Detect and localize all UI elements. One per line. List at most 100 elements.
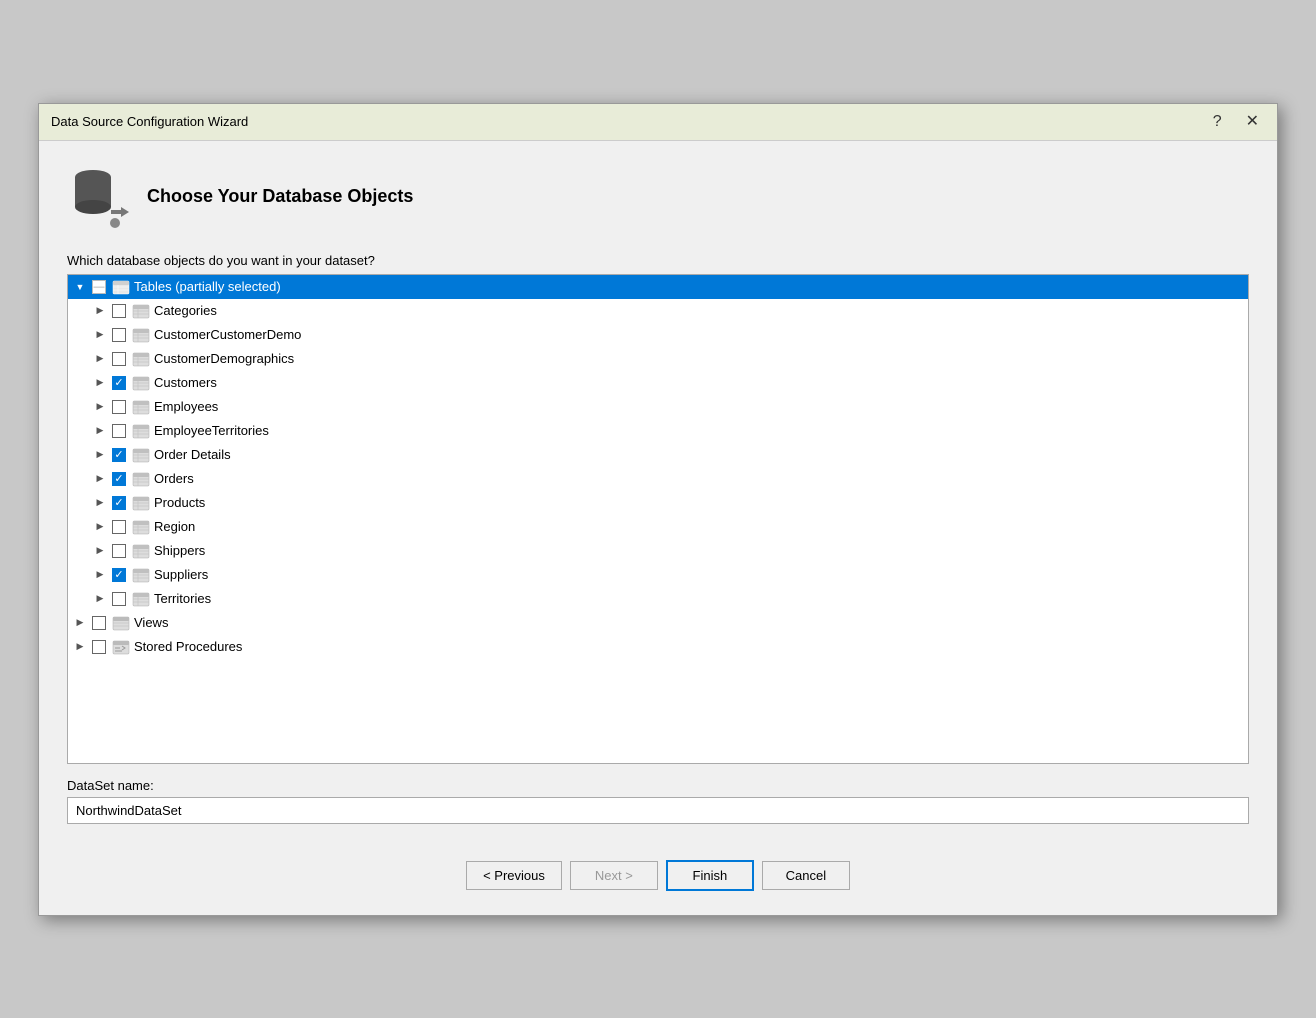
close-button[interactable]: ✕: [1240, 112, 1265, 132]
tree-item-storedProcedures[interactable]: ▶ Stored Procedures: [68, 635, 1248, 659]
checkbox-od[interactable]: ✓: [112, 448, 126, 462]
label-views: Views: [134, 615, 168, 630]
dialog: Data Source Configuration Wizard ? ✕: [38, 103, 1278, 916]
tree-item-region[interactable]: ▶ Region: [68, 515, 1248, 539]
checkbox-categories[interactable]: [112, 304, 126, 318]
tree-item-orders[interactable]: ▶ ✓ Orders: [68, 467, 1248, 491]
table-icon-od: [132, 446, 150, 464]
tree-item-products[interactable]: ▶ ✓ Products: [68, 491, 1248, 515]
expand-categories-icon[interactable]: ▶: [92, 303, 108, 319]
table-icon-region: [132, 518, 150, 536]
label-customers: Customers: [154, 375, 217, 390]
table-icon-shippers: [132, 542, 150, 560]
expand-orders-icon[interactable]: ▶: [92, 471, 108, 487]
tree-item-territories[interactable]: ▶ Territories: [68, 587, 1248, 611]
expand-customers-icon[interactable]: ▶: [92, 375, 108, 391]
tree-container[interactable]: ▼ — Tables (partially selected) ▶: [67, 274, 1249, 764]
header-row: Choose Your Database Objects: [67, 165, 1249, 229]
checkbox-sp[interactable]: [92, 640, 106, 654]
expand-ccd-icon[interactable]: ▶: [92, 327, 108, 343]
tables-folder-icon: [112, 278, 130, 296]
label-sp: Stored Procedures: [134, 639, 242, 654]
table-icon-customers: [132, 374, 150, 392]
help-button[interactable]: ?: [1207, 112, 1228, 132]
expand-et-icon[interactable]: ▶: [92, 423, 108, 439]
cancel-button[interactable]: Cancel: [762, 861, 850, 890]
tree-item-employees[interactable]: ▶ Employees: [68, 395, 1248, 419]
tree-item-employeeTerritories[interactable]: ▶ EmployeeTerritories: [68, 419, 1248, 443]
expand-territories-icon[interactable]: ▶: [92, 591, 108, 607]
label-ccd: CustomerCustomerDemo: [154, 327, 301, 342]
label-products: Products: [154, 495, 205, 510]
content-area: Choose Your Database Objects Which datab…: [39, 141, 1277, 844]
expand-sp-icon[interactable]: ▶: [72, 639, 88, 655]
label-cd: CustomerDemographics: [154, 351, 294, 366]
checkbox-products[interactable]: ✓: [112, 496, 126, 510]
checkbox-cd[interactable]: [112, 352, 126, 366]
checkbox-orders[interactable]: ✓: [112, 472, 126, 486]
tree-item-categories[interactable]: ▶ Categories: [68, 299, 1248, 323]
table-icon-territories: [132, 590, 150, 608]
dataset-label: DataSet name:: [67, 778, 1249, 793]
footer: < Previous Next > Finish Cancel: [39, 844, 1277, 915]
finish-button[interactable]: Finish: [666, 860, 754, 891]
label-shippers: Shippers: [154, 543, 205, 558]
label-employees: Employees: [154, 399, 218, 414]
tree-item-customerCustomerDemo[interactable]: ▶ CustomerCustomerDemo: [68, 323, 1248, 347]
tree-item-customerDemographics[interactable]: ▶ CustomerDemographics: [68, 347, 1248, 371]
next-button[interactable]: Next >: [570, 861, 658, 890]
db-icon: [67, 165, 131, 229]
previous-button[interactable]: < Previous: [466, 861, 562, 890]
checkbox-et[interactable]: [112, 424, 126, 438]
sp-icon: [112, 638, 130, 656]
expand-tables-icon[interactable]: ▼: [72, 279, 88, 295]
checkbox-suppliers[interactable]: ✓: [112, 568, 126, 582]
expand-od-icon[interactable]: ▶: [92, 447, 108, 463]
expand-suppliers-icon[interactable]: ▶: [92, 567, 108, 583]
views-icon: [112, 614, 130, 632]
table-icon-employees: [132, 398, 150, 416]
label-territories: Territories: [154, 591, 211, 606]
table-icon-suppliers: [132, 566, 150, 584]
title-bar-left: Data Source Configuration Wizard: [51, 114, 248, 129]
tree-item-views[interactable]: ▶ Views: [68, 611, 1248, 635]
tree-item-shippers[interactable]: ▶ Shippers: [68, 539, 1248, 563]
table-icon-categories: [132, 302, 150, 320]
checkbox-shippers[interactable]: [112, 544, 126, 558]
checkbox-ccd[interactable]: [112, 328, 126, 342]
tables-root-label: Tables (partially selected): [134, 279, 281, 294]
table-icon-et: [132, 422, 150, 440]
page-title: Choose Your Database Objects: [147, 186, 413, 207]
tree-root-tables[interactable]: ▼ — Tables (partially selected): [68, 275, 1248, 299]
expand-employees-icon[interactable]: ▶: [92, 399, 108, 415]
label-region: Region: [154, 519, 195, 534]
dataset-name-input[interactable]: [67, 797, 1249, 824]
checkbox-employees[interactable]: [112, 400, 126, 414]
expand-region-icon[interactable]: ▶: [92, 519, 108, 535]
tree-item-customers[interactable]: ▶ ✓ Customers: [68, 371, 1248, 395]
title-bar-right: ? ✕: [1207, 112, 1265, 132]
checkbox-customers[interactable]: ✓: [112, 376, 126, 390]
title-bar: Data Source Configuration Wizard ? ✕: [39, 104, 1277, 141]
dialog-title: Data Source Configuration Wizard: [51, 114, 248, 129]
expand-shippers-icon[interactable]: ▶: [92, 543, 108, 559]
tree-item-suppliers[interactable]: ▶ ✓ Suppliers: [68, 563, 1248, 587]
expand-views-icon[interactable]: ▶: [72, 615, 88, 631]
label-orders: Orders: [154, 471, 194, 486]
table-icon-orders: [132, 470, 150, 488]
checkbox-views[interactable]: [92, 616, 106, 630]
label-suppliers: Suppliers: [154, 567, 208, 582]
tree-item-orderDetails[interactable]: ▶ ✓ Order Details: [68, 443, 1248, 467]
checkbox-region[interactable]: [112, 520, 126, 534]
expand-cd-icon[interactable]: ▶: [92, 351, 108, 367]
label-et: EmployeeTerritories: [154, 423, 269, 438]
dataset-section: DataSet name:: [67, 778, 1249, 824]
checkbox-tables[interactable]: —: [92, 280, 106, 294]
checkbox-territories[interactable]: [112, 592, 126, 606]
table-icon-products: [132, 494, 150, 512]
table-icon-cd: [132, 350, 150, 368]
label-categories: Categories: [154, 303, 217, 318]
label-od: Order Details: [154, 447, 231, 462]
table-icon-ccd: [132, 326, 150, 344]
expand-products-icon[interactable]: ▶: [92, 495, 108, 511]
